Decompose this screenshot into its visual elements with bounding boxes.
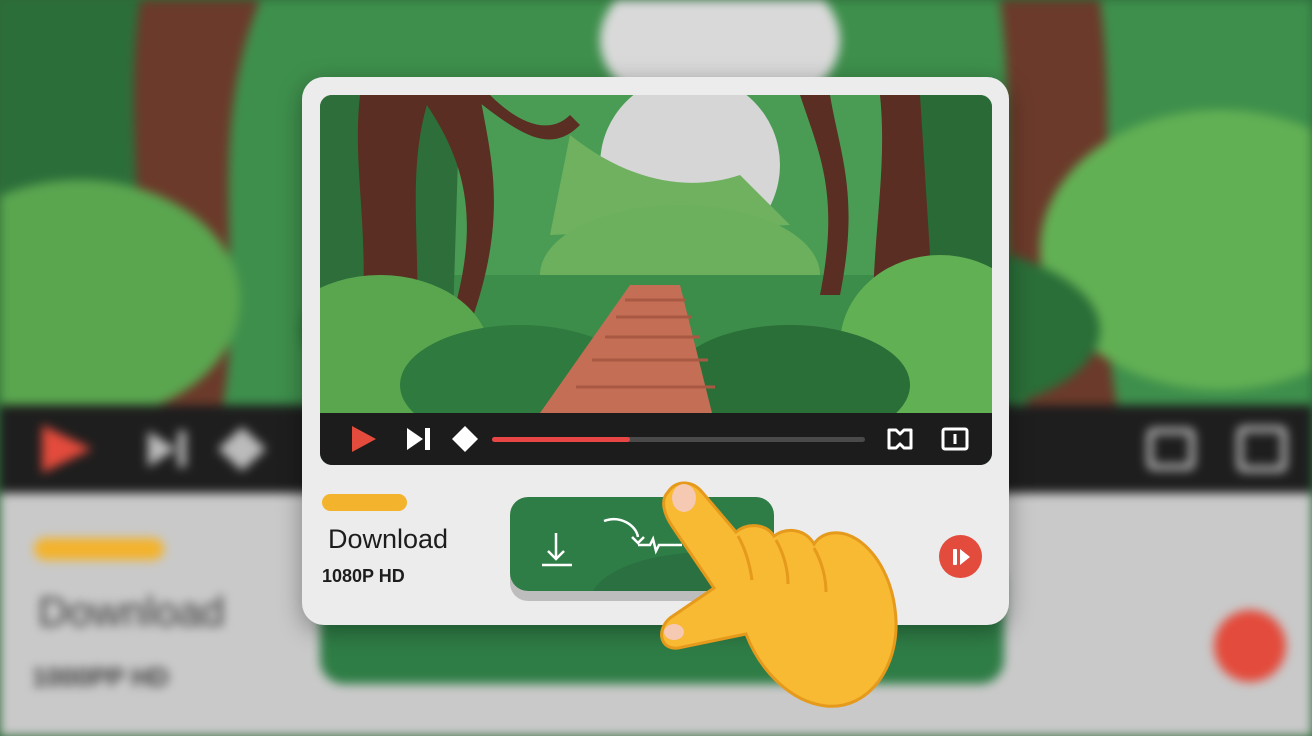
pause-forward-icon: [952, 548, 970, 565]
video-player[interactable]: [320, 95, 992, 465]
pointing-hand-icon: [660, 481, 898, 708]
play-icon: [352, 426, 376, 452]
quality-label: 1080P HD: [322, 566, 405, 586]
background-download-title: Download: [38, 588, 225, 635]
pause-forward-button[interactable]: [939, 535, 982, 578]
diamond-button[interactable]: [448, 413, 482, 465]
fullscreen-icon: [887, 428, 913, 450]
fullscreen-button[interactable]: [882, 413, 918, 465]
play-button[interactable]: [340, 413, 384, 465]
download-arrow-icon: [542, 533, 572, 567]
progress-bar[interactable]: [492, 437, 865, 442]
video-thumbnail-forest: [320, 95, 992, 445]
background-quality-label: 1000PP HD: [32, 662, 169, 692]
background-yellow-pill: [34, 538, 164, 560]
diamond-icon: [452, 426, 478, 452]
skip-next-button[interactable]: [400, 413, 438, 465]
download-title: Download: [328, 524, 449, 554]
background-red-button: [1214, 610, 1286, 682]
player-control-bar: [320, 413, 992, 465]
progress-fill: [492, 437, 630, 442]
status-pill: [322, 494, 407, 511]
window-icon: [941, 427, 969, 451]
window-mode-button[interactable]: [936, 413, 974, 465]
skip-next-icon: [407, 428, 430, 450]
